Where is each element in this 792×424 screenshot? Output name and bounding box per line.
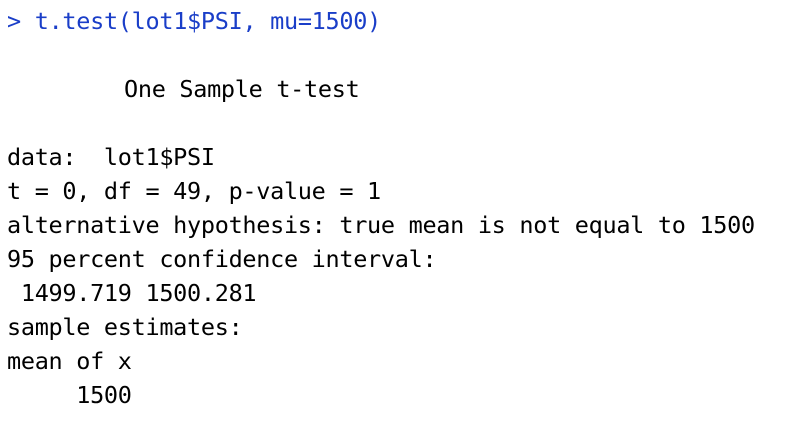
estimate-value: 1500 <box>7 381 132 409</box>
confidence-interval-values: 1499.719 1500.281 <box>7 279 257 307</box>
r-console[interactable]: > t.test(lot1$PSI, mu=1500) One Sample t… <box>0 0 792 424</box>
command-text: t.test(lot1$PSI, mu=1500) <box>34 7 382 35</box>
confidence-interval-header: 95 percent confidence interval: <box>7 245 437 273</box>
prompt-symbol: > <box>7 7 21 35</box>
test-title: One Sample t-test <box>124 75 360 103</box>
alternative-hypothesis-line: alternative hypothesis: true mean is not… <box>7 211 755 239</box>
command-line: > t.test(lot1$PSI, mu=1500) <box>7 4 381 38</box>
sample-estimates-header: sample estimates: <box>7 313 243 341</box>
statistics-line: t = 0, df = 49, p-value = 1 <box>7 177 381 205</box>
estimate-label: mean of x <box>7 347 132 375</box>
data-line: data: lot1$PSI <box>7 143 215 171</box>
